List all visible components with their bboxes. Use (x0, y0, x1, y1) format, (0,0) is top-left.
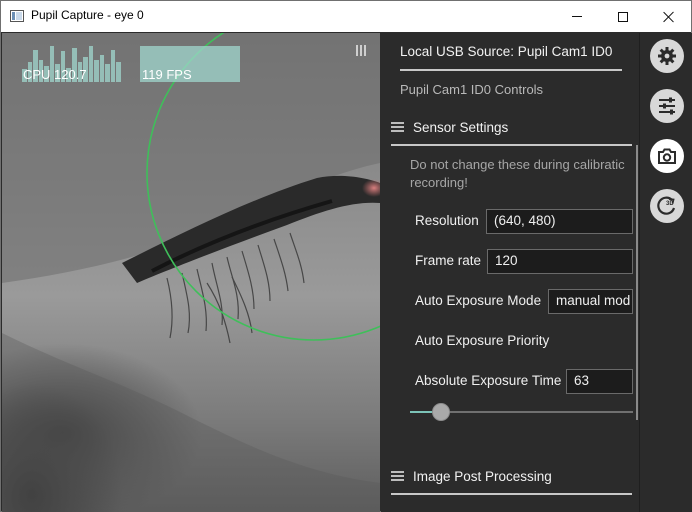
3d-badge: 3D (666, 201, 674, 207)
minimize-icon (572, 16, 582, 17)
camera-icon (658, 148, 676, 164)
calibration-warning: Do not change these during calibratic re… (410, 156, 635, 192)
slider-handle[interactable] (432, 403, 451, 421)
app-window-icon (10, 10, 24, 22)
close-icon (663, 11, 675, 23)
maximize-button[interactable] (600, 1, 646, 32)
section-title: Image Post Processing (413, 468, 552, 484)
maximize-icon (618, 11, 628, 22)
auto-exposure-priority-label[interactable]: Auto Exposure Priority (415, 333, 549, 348)
auto-exposure-mode-select[interactable]: manual mod (548, 289, 633, 314)
collapse-menu-icon[interactable] (356, 45, 366, 56)
cpu-graph-bar (88, 46, 94, 82)
camera-settings-button[interactable] (650, 139, 684, 173)
resolution-label: Resolution (415, 213, 479, 228)
cpu-graph-bar (94, 60, 99, 82)
eye-video-view[interactable]: CPU 120.7 119 FPS (2, 33, 380, 512)
rotate-3d-icon: 3D (657, 196, 676, 215)
image-post-processing-header[interactable]: Image Post Processing (391, 465, 552, 487)
sensor-settings-header[interactable]: Sensor Settings (391, 116, 508, 138)
warning-line: Do not change these during calibratic (410, 157, 625, 172)
panel-scrollbar[interactable] (636, 145, 638, 420)
fps-label: 119 FPS (142, 67, 192, 82)
panel-title: Local USB Source: Pupil Cam1 ID0 (400, 44, 613, 59)
controls-title: Pupil Cam1 ID0 Controls (400, 82, 544, 97)
3d-detector-button[interactable]: 3D (650, 189, 684, 223)
eye-image (2, 33, 380, 512)
sliders-icon (659, 97, 675, 115)
absolute-exposure-label: Absolute Exposure Time (415, 373, 562, 388)
cpu-graph-bar (110, 49, 116, 82)
warning-line: recording! (410, 175, 468, 190)
icon-bar: 3D (639, 33, 692, 512)
title-bar: Pupil Capture - eye 0 (1, 1, 691, 32)
window-title: Pupil Capture - eye 0 (31, 8, 144, 22)
menu-icon (391, 122, 404, 132)
divider (400, 69, 622, 71)
absolute-exposure-input[interactable]: 63 (566, 369, 633, 394)
frame-rate-select[interactable]: 120 (487, 249, 633, 274)
close-button[interactable] (646, 1, 692, 32)
divider (391, 144, 632, 146)
gear-icon (658, 47, 676, 65)
app-window: Pupil Capture - eye 0 CPU 120.7 119 FPS … (0, 0, 692, 512)
general-settings-button[interactable] (650, 39, 684, 73)
divider (391, 493, 632, 495)
menu-icon (391, 471, 404, 481)
minimize-button[interactable] (554, 1, 600, 32)
plugin-settings-button[interactable] (650, 89, 684, 123)
exposure-slider[interactable] (410, 403, 633, 421)
section-title: Sensor Settings (413, 119, 509, 135)
cpu-graph-bar (99, 55, 105, 82)
settings-panel: Local USB Source: Pupil Cam1 ID0 Pupil C… (381, 33, 639, 512)
cpu-graph-bar (105, 64, 110, 82)
cpu-label: CPU 120.7 (23, 67, 87, 82)
resolution-select[interactable]: (640, 480) (486, 209, 633, 234)
auto-exposure-mode-label: Auto Exposure Mode (415, 293, 542, 308)
cpu-graph-bar (116, 62, 121, 82)
frame-rate-label: Frame rate (415, 253, 482, 268)
